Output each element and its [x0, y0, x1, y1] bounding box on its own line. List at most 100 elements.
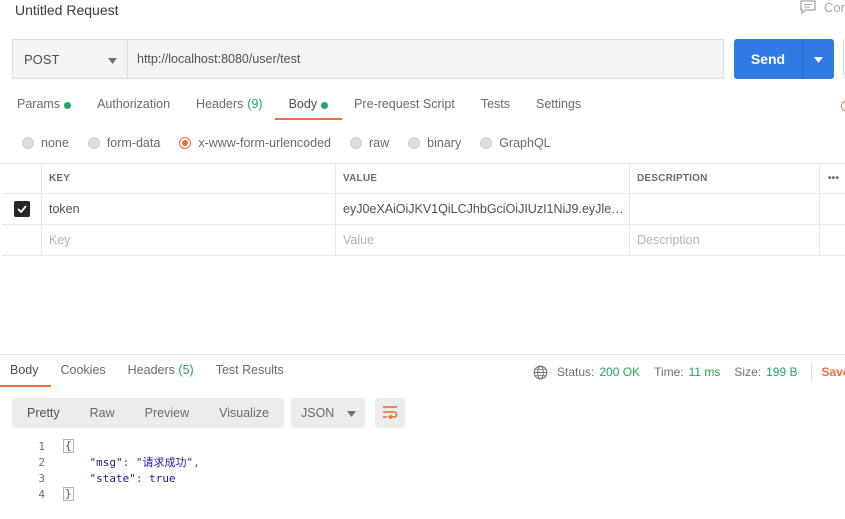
json-boolean-value: true [149, 471, 176, 485]
params-table: KEY VALUE DESCRIPTION ••• token eyJ0eXAi… [2, 163, 845, 256]
status-label: Status: [557, 365, 595, 379]
checkmark-icon [13, 201, 30, 217]
chevron-down-icon [108, 52, 117, 67]
panel-divider[interactable] [0, 354, 845, 355]
view-mode-visualize[interactable]: Visualize [204, 406, 284, 420]
body-type-none[interactable]: none [22, 134, 69, 152]
tab-response-headers[interactable]: Headers (5) [128, 363, 194, 387]
save-response-button[interactable]: Save [821, 365, 845, 379]
tab-authorization[interactable]: Authorization [97, 97, 170, 119]
tab-response-body[interactable]: Body [0, 363, 50, 387]
comment-icon [800, 0, 816, 15]
tab-settings-label: Settings [536, 97, 582, 111]
code-line: 1 { [18, 438, 200, 454]
line-number: 1 [38, 439, 45, 453]
tab-pre-request-script-label: Pre-request Script [354, 97, 455, 111]
tab-response-cookies-label: Cookies [60, 363, 106, 377]
tab-headers[interactable]: Headers (9) [196, 97, 263, 119]
tab-response-body-label: Body [10, 363, 39, 377]
radio-icon [87, 137, 100, 149]
body-type-form-data[interactable]: form-data [87, 134, 160, 152]
send-label: Send [750, 51, 786, 67]
empty-checkbox-cell [2, 225, 42, 255]
request-tabs: Params Authorization Headers (9) Body Pr… [17, 97, 607, 120]
response-status-bar: Status: 200 OK Time: 11 ms Size: 199 B S… [533, 363, 845, 381]
view-mode-preview[interactable]: Preview [130, 406, 204, 420]
tab-tests[interactable]: Tests [481, 97, 510, 119]
line-number: 2 [38, 455, 45, 469]
more-options-icon[interactable]: ••• [820, 164, 845, 193]
tab-settings[interactable]: Settings [536, 97, 581, 119]
response-format-label: JSON [301, 406, 335, 420]
response-tabs: Body Cookies Headers (5) Test Results [0, 363, 306, 387]
send-options-button[interactable] [802, 39, 834, 79]
code-line: 4 } [18, 486, 200, 502]
cookies-icon[interactable] [841, 101, 845, 111]
tab-params-label: Params [17, 97, 61, 111]
new-value-input[interactable]: Value [336, 225, 630, 255]
body-type-binary[interactable]: binary [408, 134, 461, 152]
tab-response-headers-label: Headers [127, 363, 175, 377]
send-button[interactable]: Send [734, 39, 834, 79]
size-value[interactable]: 199 B [766, 365, 797, 379]
body-type-graphql[interactable]: GraphQL [480, 134, 551, 152]
method-select[interactable]: POST [13, 40, 128, 78]
table-header-row: KEY VALUE DESCRIPTION ••• [2, 163, 845, 194]
json-comma: , [193, 456, 200, 469]
tab-authorization-label: Authorization [97, 97, 171, 111]
response-view-modes: Pretty Raw Preview Visualize [12, 398, 284, 428]
code-line: 2 "msg": "请求成功", [18, 454, 200, 470]
line-number: 4 [38, 487, 45, 501]
column-header-value: VALUE [336, 164, 630, 193]
body-indicator-dot [321, 102, 329, 109]
wrap-lines-button[interactable] [375, 398, 405, 428]
tab-pre-request-script[interactable]: Pre-request Script [354, 97, 455, 119]
response-format-select[interactable]: JSON [291, 398, 365, 428]
radio-icon [408, 137, 421, 149]
radio-icon [480, 137, 493, 149]
param-value-cell[interactable]: eyJ0eXAiOiJKV1QiLCJhbGciOiJIUzI1NiJ9.eyJ… [336, 194, 630, 224]
chevron-down-icon [814, 52, 823, 66]
wrap-lines-icon [382, 405, 398, 422]
line-number: 3 [38, 471, 45, 485]
globe-icon[interactable] [533, 365, 548, 380]
view-mode-pretty[interactable]: Pretty [12, 406, 75, 420]
tab-response-cookies[interactable]: Cookies [61, 363, 106, 387]
request-title[interactable]: Untitled Request [15, 2, 119, 18]
comments-button[interactable]: Cor [800, 0, 845, 15]
column-header-description: DESCRIPTION [630, 164, 820, 193]
body-type-selector: none form-data x-www-form-urlencoded raw… [22, 134, 570, 152]
response-code-viewer[interactable]: 1 { 2 "msg": "请求成功", 3 "state": true 4 } [18, 438, 200, 502]
tab-test-results-label: Test Results [215, 363, 284, 377]
tab-body[interactable]: Body [274, 97, 342, 120]
body-type-raw[interactable]: raw [350, 134, 389, 152]
url-input[interactable]: http://localhost:8080/user/test [128, 40, 723, 78]
json-key: "state" [89, 471, 136, 485]
view-mode-raw[interactable]: Raw [75, 406, 130, 420]
body-type-urlencoded[interactable]: x-www-form-urlencoded [179, 134, 331, 152]
radio-selected-icon [179, 137, 192, 149]
table-row: token eyJ0eXAiOiJKV1QiLCJhbGciOiJIUzI1Ni… [2, 194, 845, 225]
tab-tests-label: Tests [480, 97, 510, 111]
code-line: 3 "state": true [18, 470, 200, 486]
chevron-down-icon [347, 406, 356, 420]
json-key: "msg" [89, 456, 123, 469]
tab-params[interactable]: Params [17, 97, 72, 119]
radio-icon [22, 137, 34, 149]
tab-test-results[interactable]: Test Results [216, 363, 284, 387]
param-key-cell[interactable]: token [42, 194, 336, 224]
row-checkbox[interactable] [2, 194, 42, 224]
status-separator [811, 363, 813, 381]
body-type-label: binary [427, 136, 462, 150]
new-description-input[interactable]: Description [630, 225, 820, 255]
method-label: POST [24, 51, 60, 67]
tab-headers-label: Headers [196, 97, 244, 111]
status-value[interactable]: 200 OK [599, 365, 640, 379]
body-type-label: x-www-form-urlencoded [198, 136, 331, 150]
param-description-cell[interactable] [630, 194, 820, 224]
param-value-text: eyJ0eXAiOiJKV1QiLCJhbGciOiJIUzI1NiJ9.eyJ… [343, 202, 626, 216]
table-row-new: Key Value Description [2, 225, 845, 256]
row-spacer [820, 194, 845, 224]
time-value[interactable]: 11 ms [689, 365, 721, 379]
new-key-input[interactable]: Key [42, 225, 336, 255]
